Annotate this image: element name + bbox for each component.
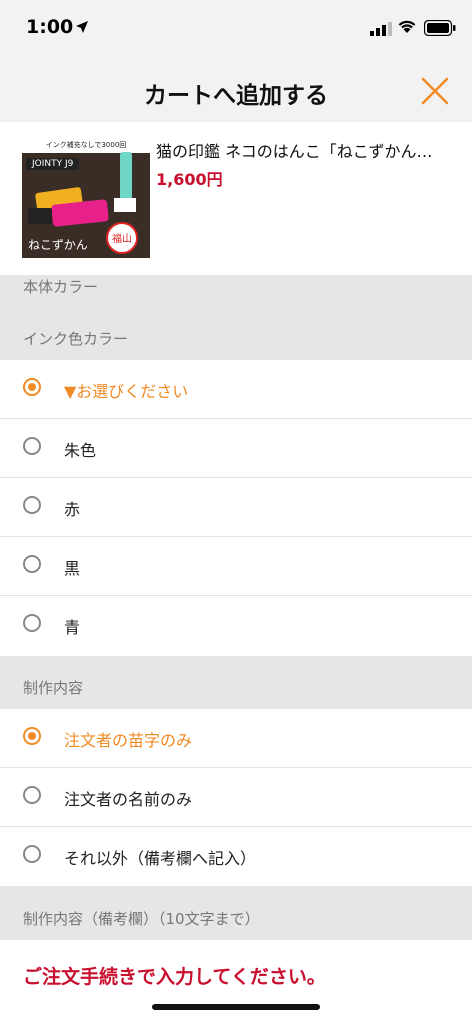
- radio-selected-icon[interactable]: [23, 378, 41, 396]
- radio-icon[interactable]: [23, 614, 41, 632]
- page-title: カートへ追加する: [144, 83, 328, 109]
- product-name: 猫の印鑑 ネコのはんこ「ねこずかん…: [156, 142, 433, 161]
- section-title: 制作内容: [23, 679, 84, 697]
- status-bar: 1:00: [0, 0, 472, 58]
- battery-icon: [424, 20, 456, 36]
- radio-icon[interactable]: [23, 555, 41, 573]
- nav-bar: カートへ追加する: [0, 58, 472, 122]
- option-label: 赤: [64, 500, 81, 519]
- option-label: それ以外（備考欄へ記入）: [64, 849, 257, 868]
- radio-icon[interactable]: [23, 496, 41, 514]
- option-label: ▼お選びください: [64, 382, 189, 401]
- radio-icon[interactable]: [23, 437, 41, 455]
- product-thumbnail: インク補充なしで3000回 JOINTY J9 福山 ねこずかん: [22, 138, 150, 258]
- input-notice: ご注文手続きで入力してください。: [0, 940, 472, 1010]
- status-time: 1:00: [26, 16, 74, 38]
- ink-option[interactable]: 黒: [0, 537, 472, 596]
- section-title: インク色カラー: [23, 330, 129, 348]
- section-content: 制作内容: [0, 656, 472, 709]
- cellular-signal-icon: [370, 22, 392, 36]
- option-label: 朱色: [64, 441, 97, 460]
- option-label: 注文者の苗字のみ: [64, 731, 193, 750]
- radio-icon[interactable]: [23, 845, 41, 863]
- option-label: 黒: [64, 559, 81, 578]
- content-option[interactable]: それ以外（備考欄へ記入）: [0, 827, 472, 886]
- section-content-note: 制作内容（備考欄）（10文字まで）: [0, 886, 472, 940]
- ink-option[interactable]: ▼お選びください: [0, 360, 472, 419]
- content-option[interactable]: 注文者の苗字のみ: [0, 709, 472, 768]
- option-label: 青: [64, 618, 81, 637]
- content-option[interactable]: 注文者の名前のみ: [0, 768, 472, 827]
- location-arrow-icon: [76, 21, 88, 33]
- close-icon[interactable]: [420, 76, 450, 106]
- ink-option[interactable]: 朱色: [0, 419, 472, 478]
- radio-selected-icon[interactable]: [23, 727, 41, 745]
- notice-text: ご注文手続きで入力してください。: [23, 966, 326, 988]
- radio-icon[interactable]: [23, 786, 41, 804]
- wifi-icon: [398, 20, 416, 33]
- section-title: 制作内容（備考欄）（10文字まで）: [23, 910, 260, 928]
- ink-option[interactable]: 青: [0, 596, 472, 655]
- thumb-caption-text: ねこずかん: [28, 238, 88, 252]
- product-summary: インク補充なしで3000回 JOINTY J9 福山 ねこずかん 猫の印鑑 ネコ…: [0, 122, 472, 275]
- section-ink-color: インク色カラー: [0, 305, 472, 360]
- option-label: 注文者の名前のみ: [64, 790, 193, 809]
- section-body-color: 本体カラー: [0, 275, 472, 305]
- product-price: 1,600円: [156, 170, 223, 189]
- svg-text:福山: 福山: [112, 232, 132, 245]
- home-indicator: [152, 1004, 320, 1010]
- ink-option[interactable]: 赤: [0, 478, 472, 537]
- section-title: 本体カラー: [23, 278, 99, 296]
